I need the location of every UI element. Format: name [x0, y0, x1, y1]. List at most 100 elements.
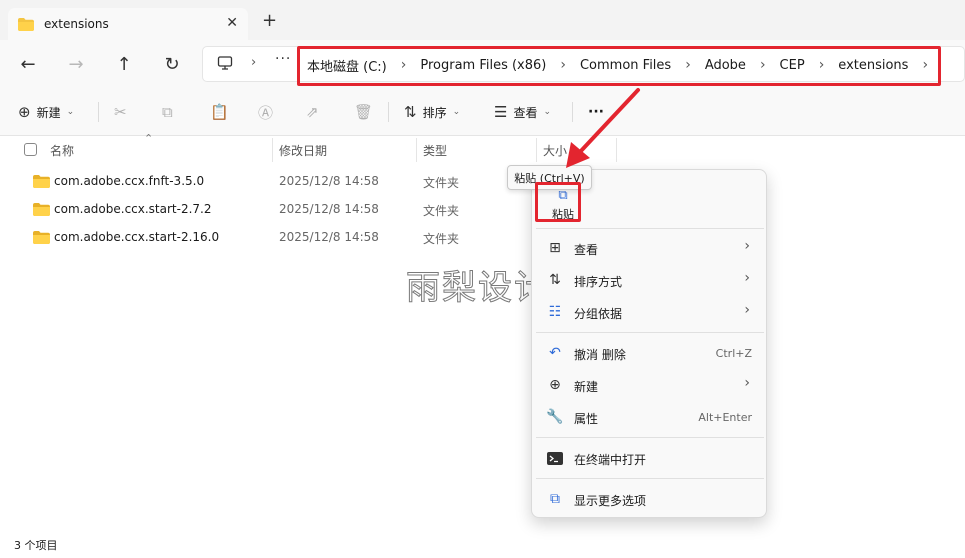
sort-label: 排序	[422, 105, 447, 120]
close-tab-icon[interactable]: ✕	[226, 15, 238, 31]
table-row[interactable]: com.adobe.ccx.start-2.7.2 2025/12/8 14:5…	[0, 196, 965, 224]
scissors-icon: ✂	[114, 103, 127, 121]
menu-item-label: 新建	[574, 380, 599, 394]
column-size[interactable]: 大小	[543, 142, 567, 159]
menu-item-view[interactable]: ⊞ 查看 ›	[536, 233, 764, 263]
column-name[interactable]: 名称	[50, 142, 74, 159]
file-date: 2025/12/8 14:58	[279, 202, 379, 216]
column-divider[interactable]	[536, 138, 537, 162]
column-divider[interactable]	[616, 138, 617, 162]
divider	[572, 102, 573, 122]
group-icon: ☷	[548, 304, 562, 320]
file-name: com.adobe.ccx.start-2.7.2	[54, 202, 212, 216]
chevron-right-icon: ›	[744, 238, 750, 254]
menu-item-shortcut: Ctrl+Z	[715, 347, 752, 360]
breadcrumb-separator[interactable]: ›	[251, 55, 256, 70]
share-button[interactable]: ⇗	[306, 100, 325, 124]
folder-icon	[33, 231, 50, 244]
list-icon: ☰	[494, 103, 508, 121]
menu-item-label: 显示更多选项	[574, 494, 647, 508]
chevron-right-icon: ›	[744, 270, 750, 286]
menu-item-label: 分组依据	[574, 307, 623, 321]
chevron-right-icon: ›	[744, 302, 750, 318]
plus-circle-icon: ⊕	[549, 377, 561, 393]
file-name: com.adobe.ccx.fnft-3.5.0	[54, 174, 205, 188]
folder-icon	[18, 17, 34, 31]
folder-icon	[33, 203, 50, 216]
paste-button[interactable]: 📋	[210, 100, 235, 124]
more-options-icon: ⧉	[550, 491, 560, 507]
share-icon: ⇗	[306, 103, 319, 121]
sort-icon: ⇅	[404, 103, 417, 121]
menu-item-group-by[interactable]: ☷ 分组依据 ›	[536, 297, 764, 327]
menu-item-show-more-options[interactable]: ⧉ 显示更多选项	[536, 484, 764, 514]
menu-divider	[536, 332, 764, 333]
see-more-button[interactable]: ···	[588, 100, 604, 124]
terminal-icon	[546, 449, 564, 467]
tab-strip: extensions ✕ +	[0, 0, 965, 40]
table-row[interactable]: com.adobe.ccx.start-2.16.0 2025/12/8 14:…	[0, 224, 965, 252]
plus-circle-icon: ⊕	[18, 103, 31, 121]
new-tab-button[interactable]: +	[262, 12, 277, 30]
view-button[interactable]: ☰ 查看 ⌄	[494, 100, 551, 124]
menu-item-undo-delete[interactable]: ↶ 撤消 删除 Ctrl+Z	[536, 338, 764, 368]
new-button[interactable]: ⊕ 新建 ⌄	[18, 100, 74, 124]
undo-icon: ↶	[549, 345, 561, 361]
menu-item-label: 属性	[574, 412, 599, 426]
menu-item-label: 排序方式	[574, 275, 623, 289]
file-date: 2025/12/8 14:58	[279, 174, 379, 188]
chevron-down-icon: ⌄	[452, 107, 461, 117]
trash-icon: 🗑	[354, 103, 374, 121]
forward-button[interactable]: →	[64, 52, 88, 76]
file-date: 2025/12/8 14:58	[279, 230, 379, 244]
menu-item-label: 查看	[574, 243, 599, 257]
file-type: 文件夹	[423, 232, 460, 246]
breadcrumb-overflow-button[interactable]: ···	[275, 51, 291, 67]
rename-icon: Ⓐ	[258, 103, 274, 122]
tab-title: extensions	[44, 17, 109, 31]
command-bar: ⊕ 新建 ⌄ ✂ ⧉ 📋 Ⓐ ⇗ 🗑 ⇅ 排序 ⌄ ☰ 查看 ⌄ ···	[0, 88, 965, 136]
tab-extensions[interactable]: extensions ✕	[8, 8, 248, 40]
column-type[interactable]: 类型	[423, 142, 447, 159]
menu-item-sort-by[interactable]: ⇅ 排序方式 ›	[536, 265, 764, 295]
folder-icon	[33, 175, 50, 188]
menu-divider	[536, 478, 764, 479]
wrench-icon: 🔧	[546, 409, 564, 425]
file-name: com.adobe.ccx.start-2.16.0	[54, 230, 220, 244]
column-date[interactable]: 修改日期	[279, 142, 327, 159]
column-divider[interactable]	[416, 138, 417, 162]
clipboard-icon: 📋	[210, 103, 229, 121]
copy-button[interactable]: ⧉	[162, 100, 179, 124]
status-item-count: 3 个项目	[14, 539, 58, 552]
file-type: 文件夹	[423, 204, 460, 218]
sort-button[interactable]: ⇅ 排序 ⌄	[404, 100, 460, 124]
menu-item-open-terminal[interactable]: 在终端中打开	[536, 443, 764, 473]
sort-icon: ⇅	[549, 272, 561, 288]
divider	[98, 102, 99, 122]
chevron-right-icon: ›	[744, 375, 750, 391]
table-row[interactable]: com.adobe.ccx.fnft-3.5.0 2025/12/8 14:58…	[0, 168, 965, 196]
refresh-button[interactable]: ↻	[160, 52, 184, 76]
file-type: 文件夹	[423, 176, 460, 190]
copy-icon: ⧉	[162, 103, 173, 121]
menu-item-label: 在终端中打开	[574, 453, 647, 467]
menu-item-new[interactable]: ⊕ 新建 ›	[536, 370, 764, 400]
rename-button[interactable]: Ⓐ	[258, 100, 279, 124]
menu-divider	[536, 437, 764, 438]
column-divider[interactable]	[272, 138, 273, 162]
new-label: 新建	[36, 105, 61, 120]
back-button[interactable]: ←	[16, 52, 40, 76]
grid-icon: ⊞	[549, 240, 561, 256]
delete-button[interactable]: 🗑	[354, 100, 379, 124]
up-button[interactable]: ↑	[112, 52, 136, 76]
annotation-highlight-address	[297, 46, 941, 86]
select-all-checkbox[interactable]	[24, 143, 37, 156]
column-header: ⌃ 名称 修改日期 类型 大小	[0, 132, 965, 164]
computer-icon[interactable]	[217, 55, 233, 71]
cut-button[interactable]: ✂	[114, 100, 133, 124]
annotation-highlight-paste	[535, 182, 581, 222]
divider	[388, 102, 389, 122]
menu-divider	[536, 228, 764, 229]
chevron-down-icon: ⌄	[543, 107, 552, 117]
menu-item-properties[interactable]: 🔧 属性 Alt+Enter	[536, 402, 764, 432]
